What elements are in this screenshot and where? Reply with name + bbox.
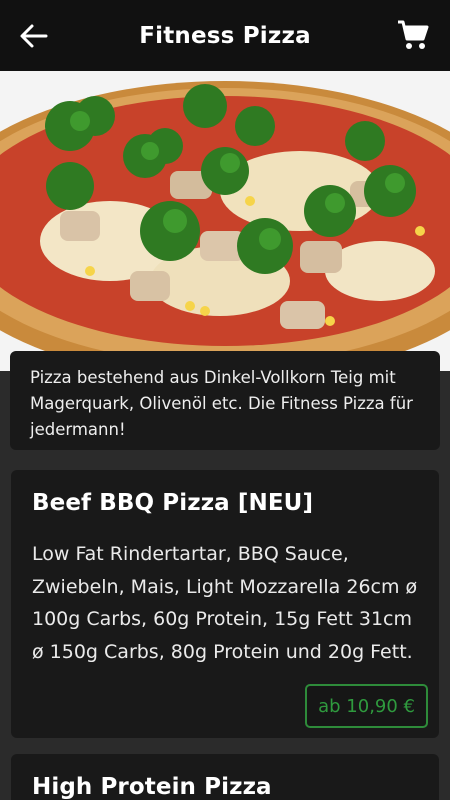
category-hero-image [0, 71, 450, 371]
product-description: Low Fat Rindertartar, BBQ Sauce, Zwiebel… [32, 543, 418, 663]
product-name: High Protein Pizza [32, 774, 272, 800]
shopping-cart-icon [398, 20, 429, 49]
category-description: Pizza bestehend aus Dinkel-Vollkorn Teig… [30, 368, 413, 439]
product-card[interactable]: High Protein Pizza [11, 754, 439, 800]
top-app-bar: Fitness Pizza [0, 0, 450, 71]
price-button[interactable]: ab 10,90 € [305, 684, 428, 728]
pizza-image [0, 71, 450, 371]
cart-button[interactable] [396, 18, 430, 52]
page-title: Fitness Pizza [139, 22, 311, 49]
product-name: Beef BBQ Pizza [NEU] [32, 490, 314, 516]
product-card[interactable]: Beef BBQ Pizza [NEU] Low Fat Rindertarta… [11, 470, 439, 738]
category-description-card: Pizza bestehend aus Dinkel-Vollkorn Teig… [10, 351, 440, 450]
back-button[interactable] [18, 20, 50, 52]
arrow-left-icon [20, 24, 48, 48]
